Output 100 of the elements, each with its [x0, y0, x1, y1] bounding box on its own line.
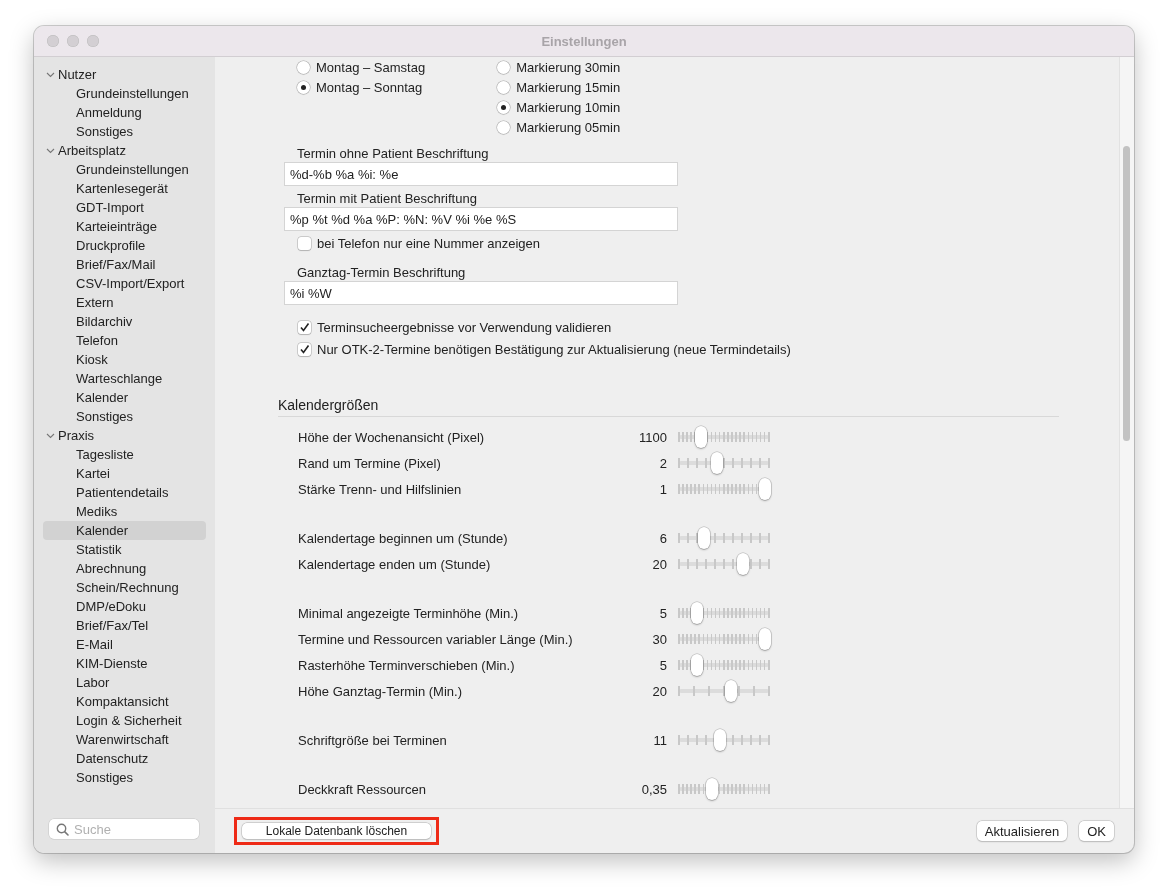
sidebar-item[interactable]: Grundeinstellungen [43, 160, 206, 179]
radio-label: Montag – Sonntag [316, 79, 423, 95]
slider-track[interactable] [677, 628, 771, 650]
sidebar-item[interactable]: E-Mail [43, 635, 206, 654]
setting-label: Deckkraft Ressourcen [298, 781, 427, 797]
sidebar-item[interactable]: Labor [43, 673, 206, 692]
slider-track[interactable] [677, 426, 771, 448]
slider-track[interactable] [677, 553, 771, 575]
window-control[interactable] [87, 35, 99, 47]
radio-button[interactable] [297, 60, 310, 74]
value-readout: 30 [651, 631, 668, 647]
sidebar-item[interactable]: Brief/Fax/Tel [43, 616, 206, 635]
sidebar-item[interactable]: Kompaktansicht [43, 692, 206, 711]
slider-track[interactable] [677, 654, 771, 676]
sidebar-item[interactable]: Tagesliste [43, 445, 206, 464]
slider-thumb[interactable] [759, 478, 771, 500]
radio-label: Markierung 15min [516, 79, 621, 95]
slider-track[interactable] [677, 602, 771, 624]
sidebar-item[interactable]: Statistik [43, 540, 206, 559]
value-readout: 20 [651, 556, 668, 572]
sidebar-group[interactable]: Arbeitsplatz [43, 141, 206, 160]
sidebar-item[interactable]: Karteieinträge [43, 217, 206, 236]
setting-label: Rand um Termine (Pixel) [298, 455, 442, 471]
chevron-icon[interactable] [46, 70, 55, 79]
checkbox[interactable] [298, 320, 311, 334]
sidebar-item[interactable]: Kiosk [43, 350, 206, 369]
slider-track[interactable] [677, 680, 771, 702]
sidebar-item[interactable]: Sonstiges [43, 407, 206, 426]
sidebar-group[interactable]: Nutzer [43, 65, 206, 84]
text-field[interactable]: %i %W [285, 282, 677, 304]
radio-button[interactable] [497, 100, 511, 114]
sidebar-item[interactable]: Warenwirtschaft [43, 730, 206, 749]
slider-thumb[interactable] [705, 778, 718, 800]
sidebar-item[interactable]: Mediks [43, 502, 206, 521]
radio-label: Montag – Samstag [316, 59, 426, 75]
sidebar-item[interactable]: Kalender [43, 388, 206, 407]
sidebar-item[interactable]: Extern [43, 293, 206, 312]
slider-thumb[interactable] [759, 628, 771, 650]
window-control[interactable] [47, 35, 59, 47]
sidebar-item[interactable]: Kalender [43, 521, 206, 540]
setting-label: Schriftgröße bei Terminen [298, 732, 448, 748]
sidebar-item[interactable]: DMP/eDoku [43, 597, 206, 616]
slider-track[interactable] [677, 478, 771, 500]
chevron-icon[interactable] [46, 146, 55, 155]
window-control[interactable] [67, 35, 79, 47]
checkbox[interactable] [298, 342, 311, 356]
checkbox[interactable] [298, 236, 311, 250]
slider-thumb[interactable] [698, 527, 711, 549]
slider-thumb[interactable] [710, 452, 723, 474]
sidebar-group[interactable]: Praxis [43, 426, 206, 445]
sidebar-item[interactable]: GDT-Import [43, 198, 206, 217]
search-field[interactable]: Suche [49, 819, 199, 839]
slider-track[interactable] [677, 778, 771, 800]
sidebar-item[interactable]: Login & Sicherheit [43, 711, 206, 730]
slider-thumb[interactable] [725, 680, 738, 702]
search-icon [56, 823, 69, 836]
value-readout: 20 [651, 683, 668, 699]
sidebar-item[interactable]: Patientendetails [43, 483, 206, 502]
slider-thumb[interactable] [713, 729, 726, 751]
setting-label: Stärke Trenn- und Hilfslinien [298, 481, 463, 497]
field-label: Termin ohne Patient Beschriftung [296, 145, 490, 163]
value-readout: 5 [658, 657, 668, 673]
sidebar-item[interactable]: Datenschutz [43, 749, 206, 768]
sidebar-item[interactable]: Grundeinstellungen [43, 84, 206, 103]
radio-label: Markierung 10min [516, 99, 621, 115]
slider-thumb[interactable] [736, 553, 749, 575]
sidebar-item[interactable]: Brief/Fax/Mail [43, 255, 206, 274]
radio-label: Markierung 05min [516, 119, 621, 135]
radio-button[interactable] [497, 60, 511, 74]
window-title: Einstellungen [541, 33, 627, 49]
slider-track[interactable] [677, 729, 771, 751]
dialog-button[interactable]: Aktualisieren [976, 821, 1068, 841]
slider-track[interactable] [677, 527, 771, 549]
sidebar-item[interactable]: Telefon [43, 331, 206, 350]
slider-thumb[interactable] [695, 426, 708, 448]
sidebar-item[interactable]: Sonstiges [43, 768, 206, 787]
chevron-icon[interactable] [46, 431, 55, 440]
value-readout: 1 [658, 481, 668, 497]
sidebar-item[interactable]: Warteschlange [43, 369, 206, 388]
scrollbar-thumb[interactable] [1123, 146, 1130, 441]
dialog-button[interactable]: OK [1079, 821, 1114, 841]
sidebar-item[interactable]: Kartenlesegerät [43, 179, 206, 198]
text-field[interactable]: %d-%b %a %i: %e [285, 163, 677, 185]
radio-button[interactable] [297, 80, 310, 94]
text-field[interactable]: %p %t %d %a %P: %N: %V %i %e %S [285, 208, 677, 230]
sidebar-item[interactable]: Bildarchiv [43, 312, 206, 331]
radio-button[interactable] [497, 120, 511, 134]
sidebar-item[interactable]: Abrechnung [43, 559, 206, 578]
sidebar-item[interactable]: KIM-Dienste [43, 654, 206, 673]
radio-button[interactable] [497, 80, 511, 94]
sidebar-item[interactable]: Kartei [43, 464, 206, 483]
sidebar-item[interactable]: Sonstiges [43, 122, 206, 141]
sidebar-item[interactable]: Schein/Rechnung [43, 578, 206, 597]
sidebar-item[interactable]: Druckprofile [43, 236, 206, 255]
slider-thumb[interactable] [690, 602, 703, 624]
slider-thumb[interactable] [690, 654, 703, 676]
delete-database-button[interactable]: Lokale Datenbank löschen [242, 823, 431, 839]
slider-track[interactable] [677, 452, 771, 474]
sidebar-item[interactable]: Anmeldung [43, 103, 206, 122]
sidebar-item[interactable]: CSV-Import/Export [43, 274, 206, 293]
